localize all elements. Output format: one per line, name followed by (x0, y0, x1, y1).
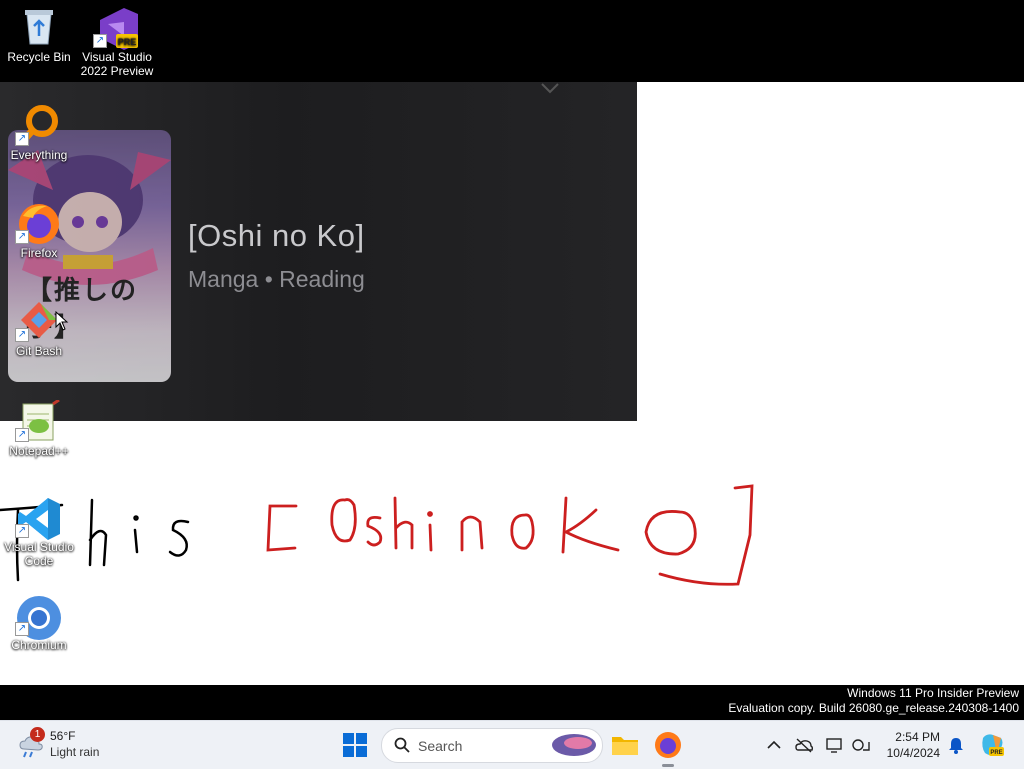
firefox-icon (655, 732, 681, 758)
desktop-icon-visual-studio-code[interactable]: ↗ Visual Studio Code (1, 496, 77, 568)
recycle-bin-label: Recycle Bin (7, 50, 71, 64)
firefox-label: Firefox (20, 246, 58, 260)
taskbar-search-box[interactable]: Search (381, 728, 603, 763)
notepad-plus-plus-label: Notepad++ (9, 444, 69, 458)
mouse-cursor-icon (55, 311, 69, 331)
show-hidden-icons-chevron-icon[interactable] (765, 737, 783, 753)
watermark-edition: Windows 11 Pro Insider Preview (847, 686, 1019, 700)
manga-subtitle: Manga • Reading (188, 266, 365, 292)
taskbar-firefox[interactable] (652, 729, 684, 767)
network-volume-icon[interactable] (852, 737, 870, 753)
copilot-pre-badge: PRE (990, 750, 1002, 756)
desktop-icon-chromium[interactable]: ↗ Chromium (1, 594, 77, 652)
taskbar-clock[interactable]: 2:54 PM 10/4/2024 (887, 729, 940, 761)
notepad-plus-plus-icon: ↗ (15, 398, 60, 442)
weather-description: Light rain (50, 745, 100, 759)
visual-studio-label: Visual Studio 2022 Preview (80, 50, 154, 78)
vscode-label: Visual Studio Code (4, 540, 74, 568)
manga-title: [Oshi no Ko] (188, 218, 365, 253)
desktop-icon-visual-studio-2022-preview[interactable]: PRE ↗ Visual Studio 2022 Preview (79, 6, 155, 78)
git-bash-icon: ↗ (15, 300, 59, 342)
shortcut-arrow-icon: ↗ (15, 428, 29, 442)
desktop-icon-notepad-plus-plus[interactable]: ↗ Notepad++ (1, 398, 77, 458)
chevron-down-icon (541, 83, 559, 94)
clock-date: 10/4/2024 (886, 746, 940, 760)
recycle-bin-icon (19, 6, 59, 46)
visual-studio-icon: PRE ↗ (93, 6, 138, 50)
display-icon[interactable] (826, 737, 844, 753)
search-placeholder: Search (418, 738, 463, 754)
folder-icon (612, 737, 638, 755)
everything-search-icon: ↗ (15, 104, 59, 146)
vs-pre-badge: PRE (118, 37, 137, 47)
weather-temperature: 56°F (50, 729, 76, 743)
git-bash-label: Git Bash (15, 344, 63, 358)
pasted-manga-card: 【推しの子】 [Oshi no Ko] Manga • Reading (0, 82, 637, 421)
copilot-button[interactable]: PRE (979, 732, 1005, 758)
shortcut-arrow-icon: ↗ (93, 34, 107, 48)
start-button[interactable] (343, 733, 367, 757)
notification-bell-icon[interactable] (947, 736, 965, 754)
desktop-icon-everything[interactable]: ↗ Everything (1, 104, 77, 162)
shortcut-arrow-icon: ↗ (15, 622, 29, 636)
search-highlight-image-icon (552, 734, 596, 756)
taskbar-file-explorer[interactable] (609, 729, 641, 761)
taskbar: 1 56°F Light rain Search 2:54 PM 10/4/20… (0, 720, 1024, 769)
everything-label: Everything (10, 148, 68, 162)
firefox-icon: ↗ (15, 202, 59, 244)
watermark-build: Evaluation copy. Build 26080.ge_release.… (728, 701, 1019, 715)
handwritten-annotation (0, 484, 754, 586)
desktop-icon-firefox[interactable]: ↗ Firefox (1, 202, 77, 260)
windows-evaluation-watermark: Windows 11 Pro Insider Preview Evaluatio… (728, 686, 1019, 716)
desktop-icon-recycle-bin[interactable]: Recycle Bin (1, 6, 77, 64)
weather-widget[interactable]: 1 56°F Light rain (16, 727, 126, 763)
copilot-icon: PRE (982, 734, 1004, 756)
shortcut-arrow-icon: ↗ (15, 328, 29, 342)
shortcut-arrow-icon: ↗ (15, 230, 29, 244)
running-indicator (662, 764, 674, 767)
onedrive-offline-icon[interactable] (795, 737, 813, 753)
shortcut-arrow-icon: ↗ (15, 524, 29, 538)
windows-logo-icon (343, 733, 367, 757)
search-icon (394, 737, 410, 753)
chromium-icon: ↗ (15, 594, 61, 640)
clock-time: 2:54 PM (895, 730, 940, 744)
weather-alert-badge: 1 (30, 727, 45, 742)
handwritten-oshinoko (266, 484, 754, 586)
shortcut-arrow-icon: ↗ (15, 132, 29, 146)
vscode-icon: ↗ (15, 496, 60, 540)
